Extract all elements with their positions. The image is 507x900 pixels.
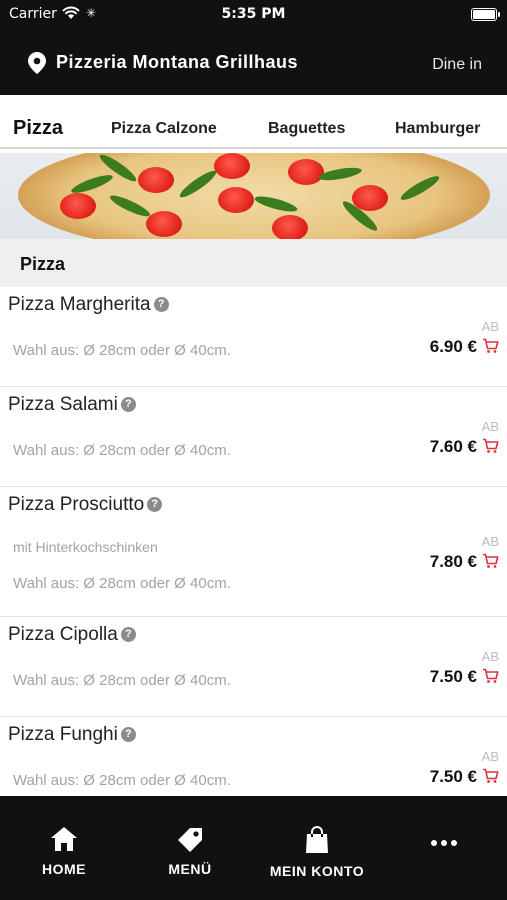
tab-home-label: HOME [42,861,86,877]
price-prefix: AB [481,649,499,664]
list-item[interactable]: Pizza Margherita? Wahl aus: Ø 28cm oder … [0,287,507,387]
cart-icon[interactable] [482,553,499,574]
status-bar: Carrier ✳ 5:35 PM [0,0,507,28]
item-name: Pizza Margherita [8,294,151,315]
price-prefix: AB [481,419,499,434]
tab-hamburger[interactable]: Hamburger [395,120,480,138]
cart-icon[interactable] [482,668,499,689]
item-note: mit Hinterkochschinken [13,539,158,555]
item-price: 7.50 € [429,767,477,786]
cart-icon[interactable] [482,338,499,359]
item-name: Pizza Salami [8,394,118,415]
list-item[interactable]: Pizza Funghi? Wahl aus: Ø 28cm oder Ø 40… [0,717,507,796]
app-header: Pizzeria Montana Grillhaus Dine in [0,28,507,95]
tab-my-account-label: MEIN KONTO [269,863,365,879]
section-title: Pizza [20,254,66,274]
item-name: Pizza Cipolla [8,624,118,645]
cart-icon[interactable] [482,768,499,789]
cart-icon[interactable] [482,438,499,459]
list-item[interactable]: Pizza Prosciutto? mit Hinterkochschinken… [0,487,507,617]
item-price: 7.80 € [429,552,477,571]
item-description: Wahl aus: Ø 28cm oder Ø 40cm. [13,442,231,459]
item-name: Pizza Funghi [8,724,118,745]
location-pin-icon [28,52,46,79]
price-prefix: AB [481,319,499,334]
price-prefix: AB [481,749,499,764]
category-hero-image [0,153,507,239]
tag-icon [176,828,204,856]
item-name: Pizza Prosciutto [8,494,145,515]
list-item[interactable]: Pizza Cipolla? Wahl aus: Ø 28cm oder Ø 4… [0,617,507,717]
tab-menu-label: MENÜ [168,861,212,877]
more-icon [430,834,458,851]
item-description: Wahl aus: Ø 28cm oder Ø 40cm. [13,772,231,789]
info-icon[interactable]: ? [120,727,136,742]
section-header: Pizza [0,239,507,287]
item-description: Wahl aus: Ø 28cm oder Ø 40cm. [13,672,231,689]
category-tabs: Pizza Pizza Calzone Baguettes Hamburger [0,95,507,149]
restaurant-name[interactable]: Pizzeria Montana Grillhaus [56,52,298,73]
clock: 5:35 PM [221,6,286,22]
tab-my-account[interactable]: MEIN KONTO [262,826,372,879]
info-icon[interactable]: ? [147,497,163,512]
menu-list: Pizza Margherita? Wahl aus: Ø 28cm oder … [0,287,507,796]
home-icon [50,827,78,856]
info-icon[interactable]: ? [120,397,136,412]
bottom-tab-bar: HOME MENÜ MEIN KONTO [0,796,507,900]
item-description: Wahl aus: Ø 28cm oder Ø 40cm. [13,575,231,592]
tab-menu[interactable]: MENÜ [135,826,245,877]
dine-in-toggle[interactable]: Dine in [432,56,482,74]
shopping-bag-icon [304,826,330,858]
tab-pizza-calzone[interactable]: Pizza Calzone [111,120,217,138]
info-icon[interactable]: ? [120,627,136,642]
list-item[interactable]: Pizza Salami? Wahl aus: Ø 28cm oder Ø 40… [0,387,507,487]
item-price: 6.90 € [429,337,477,356]
tab-home[interactable]: HOME [9,826,119,877]
tab-pizza[interactable]: Pizza [13,117,63,140]
item-price: 7.60 € [429,437,477,456]
info-icon[interactable]: ? [153,297,169,312]
tab-more[interactable] [389,834,499,852]
price-prefix: AB [481,534,499,549]
item-description: Wahl aus: Ø 28cm oder Ø 40cm. [13,342,231,359]
item-price: 7.50 € [429,667,477,686]
tab-baguettes[interactable]: Baguettes [268,120,345,138]
battery-icon [471,8,500,21]
